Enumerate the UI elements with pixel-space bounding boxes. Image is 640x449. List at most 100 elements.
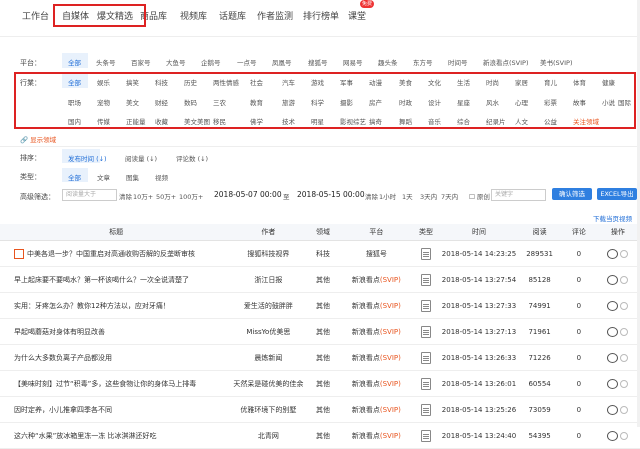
- category-item[interactable]: 舞蹈: [399, 116, 412, 126]
- category-item[interactable]: 国内: [68, 116, 81, 126]
- view-icon[interactable]: [620, 379, 629, 388]
- author-cell[interactable]: MissYo优美思: [232, 318, 305, 345]
- view-icon[interactable]: [620, 275, 629, 284]
- date-from[interactable]: 2018-05-07 00:00: [214, 190, 282, 199]
- category-item[interactable]: 星座: [457, 97, 470, 107]
- category-item[interactable]: 育儿: [544, 77, 557, 87]
- category-item[interactable]: 两性情感: [213, 77, 239, 87]
- author-cell[interactable]: 爱生活的鼓胖胖: [232, 292, 305, 319]
- copy-icon[interactable]: [607, 352, 619, 363]
- table-row[interactable]: 实用：牙疼怎么办？教你12种方法以，应对牙痛！ 爱生活的鼓胖胖 其他 新浪看点(SVI…: [0, 292, 640, 319]
- category-item[interactable]: 房产: [369, 97, 382, 107]
- copy-icon[interactable]: [607, 378, 619, 389]
- copy-icon[interactable]: [607, 274, 619, 285]
- category-item[interactable]: 生活: [457, 77, 470, 87]
- date-to[interactable]: 2018-05-15 00:00: [297, 190, 365, 199]
- category-item[interactable]: 搞笑: [126, 77, 139, 87]
- article-title[interactable]: 【美味时刻】过节“积毒”多，这些食物让你的身体马上排毒: [0, 370, 233, 397]
- author-cell[interactable]: 浙江日报: [232, 266, 305, 293]
- category-item[interactable]: 正能量: [126, 116, 146, 126]
- category-item[interactable]: 小说: [602, 97, 615, 107]
- article-title[interactable]: 因时定养，小儿推拿四季各不同: [0, 396, 233, 423]
- copy-icon[interactable]: [607, 326, 619, 337]
- view-icon[interactable]: [620, 249, 629, 258]
- category-item[interactable]: 体育: [573, 77, 586, 87]
- tab-topics[interactable]: 话题库: [219, 9, 246, 22]
- platform-item[interactable]: 东方号: [413, 57, 433, 67]
- confirm-filter-button[interactable]: 确认筛选: [552, 188, 592, 200]
- time-opt[interactable]: 3天内: [420, 191, 437, 201]
- category-item[interactable]: 影视综艺: [340, 116, 366, 126]
- category-item[interactable]: 军事: [340, 77, 353, 87]
- table-row[interactable]: 为什么大多数负离子产品都没用 晨炼新闻 其他 新浪看点(SVIP) 2018-05-14…: [0, 344, 640, 371]
- author-cell[interactable]: 优雅环境下的别墅: [232, 396, 305, 423]
- tab-classroom[interactable]: 课堂: [348, 9, 366, 22]
- show-fields-link[interactable]: 🔗 显示领域: [20, 134, 56, 144]
- article-title[interactable]: 实用：牙疼怎么办？教你12种方法以，应对牙痛！: [0, 292, 233, 319]
- category-item[interactable]: 彩票: [544, 97, 557, 107]
- type-item[interactable]: 全部: [68, 172, 81, 182]
- category-item[interactable]: 传媒: [97, 116, 110, 126]
- read-opt[interactable]: 10万+: [133, 191, 153, 201]
- copy-icon[interactable]: [607, 404, 619, 415]
- copy-icon[interactable]: [607, 430, 619, 441]
- type-item[interactable]: 视频: [155, 172, 168, 182]
- category-item[interactable]: 娱乐: [97, 77, 110, 87]
- download-videos-link[interactable]: 下载当页视频: [593, 213, 632, 223]
- time-opt[interactable]: 1小时: [379, 191, 396, 201]
- view-icon[interactable]: [620, 431, 629, 440]
- tab-workbench[interactable]: 工作台: [22, 9, 49, 22]
- category-item[interactable]: 音乐: [428, 116, 441, 126]
- excel-export-button[interactable]: EXCEL导出: [597, 188, 637, 200]
- author-cell[interactable]: 北青网: [232, 422, 305, 449]
- category-item[interactable]: 美食: [399, 77, 412, 87]
- copy-icon[interactable]: [607, 300, 619, 311]
- article-title[interactable]: 为什么大多数负离子产品都没用: [0, 344, 233, 371]
- category-item[interactable]: 宠物: [97, 97, 110, 107]
- category-item[interactable]: 明星: [311, 116, 324, 126]
- view-icon[interactable]: [620, 405, 629, 414]
- table-row[interactable]: 早起喝蘑菇对身体有明显改善 MissYo优美思 其他 新浪看点(SVIP) 2018-0…: [0, 318, 640, 345]
- platform-item[interactable]: 百家号: [131, 57, 151, 67]
- sort-comments[interactable]: 评论数 (↓): [176, 153, 208, 163]
- category-item[interactable]: 职场: [68, 97, 81, 107]
- category-item[interactable]: 纪录片: [486, 116, 506, 126]
- platform-item[interactable]: 全部: [68, 57, 81, 67]
- platform-item[interactable]: 美书(SVIP): [540, 57, 572, 67]
- type-item[interactable]: 文章: [97, 172, 110, 182]
- table-row[interactable]: 【美味时刻】过节“积毒”多，这些食物让你的身体马上排毒 天然呆是碰优美的佳余 其他新…: [0, 370, 640, 397]
- category-item[interactable]: 美文: [126, 97, 139, 107]
- platform-item[interactable]: 大鱼号: [166, 57, 186, 67]
- category-item[interactable]: 美文美图: [184, 116, 210, 126]
- time-opt[interactable]: 1天: [402, 191, 413, 201]
- platform-item[interactable]: 一点号: [237, 57, 257, 67]
- category-item[interactable]: 移民: [213, 116, 226, 126]
- category-item[interactable]: 公益: [544, 116, 557, 126]
- category-item[interactable]: 摄影: [340, 97, 353, 107]
- sort-reads[interactable]: 阅读量 (↓): [125, 153, 157, 163]
- original-checkbox[interactable]: ☐ 原创: [469, 191, 490, 201]
- view-icon[interactable]: [620, 353, 629, 362]
- platform-item[interactable]: 时间号: [448, 57, 468, 67]
- category-item[interactable]: 科学: [311, 97, 324, 107]
- category-item[interactable]: 数码: [184, 97, 197, 107]
- view-icon[interactable]: [620, 327, 629, 336]
- article-title[interactable]: 早上起床要不要喝水？第一杯该喝什么？一次全说清楚了: [0, 266, 233, 293]
- category-item[interactable]: 风水: [486, 97, 499, 107]
- sort-publish-time[interactable]: 发布时间 (↓): [68, 153, 107, 163]
- author-cell[interactable]: 天然呆是碰优美的佳余: [232, 370, 305, 397]
- table-row[interactable]: 因时定养，小儿推拿四季各不同 优雅环境下的别墅 其他 新浪看点(SVIP) 2018-0…: [0, 396, 640, 423]
- view-icon[interactable]: [620, 301, 629, 310]
- clear-dates[interactable]: 清除: [365, 191, 378, 201]
- platform-item[interactable]: 网易号: [343, 57, 363, 67]
- platform-item[interactable]: 趣头条: [378, 57, 398, 67]
- category-item[interactable]: 社会: [250, 77, 263, 87]
- keyword-input[interactable]: 关键字: [491, 189, 546, 201]
- article-title[interactable]: 这六种“水果”放冰箱里冻一冻 比冰淇淋还好吃: [0, 422, 233, 449]
- table-row[interactable]: 中美各退一步？中国重启对高通收购否解的反垄断审核 搜狐科技视界 科技 搜狐号 2018-…: [0, 240, 640, 267]
- category-item[interactable]: 历史: [184, 77, 197, 87]
- read-opt[interactable]: 50万+: [156, 191, 176, 201]
- category-item[interactable]: 设计: [428, 97, 441, 107]
- category-item[interactable]: 人文: [515, 116, 528, 126]
- tab-rankings[interactable]: 排行榜单: [303, 9, 339, 22]
